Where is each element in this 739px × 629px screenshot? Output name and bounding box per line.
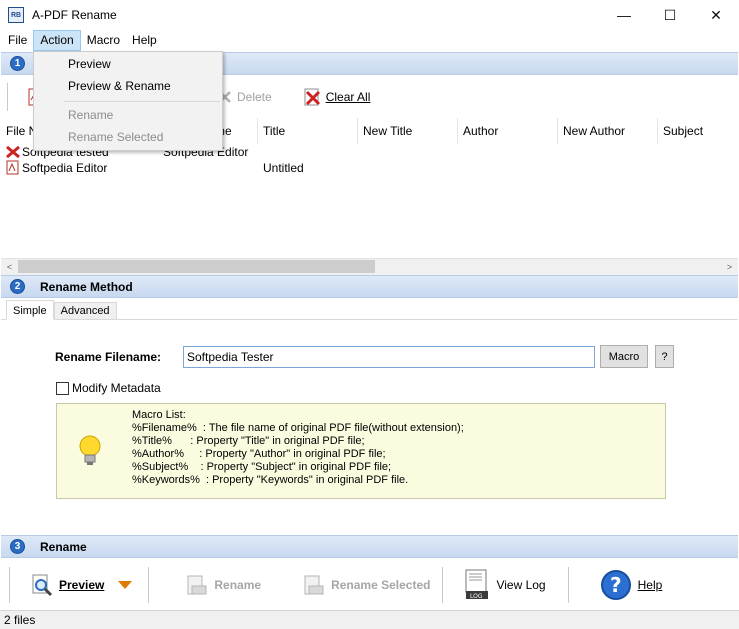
close-button[interactable]: ✕: [693, 0, 739, 30]
step-2-badge: 2: [10, 279, 25, 294]
section-2-header: 2 Rename Method: [1, 275, 738, 298]
menu-file[interactable]: File: [2, 30, 33, 51]
step-3-badge: 3: [10, 539, 25, 554]
action-menu-dropdown: Preview Preview & Rename Rename Rename S…: [33, 51, 223, 151]
status-bar: 2 files: [0, 610, 739, 629]
simple-panel: Rename Filename: Macro ? Modify Metadata…: [1, 320, 738, 535]
rename-method-tabs: Simple Advanced: [1, 300, 738, 320]
menu-separator: [64, 101, 220, 102]
app-icon: RB: [8, 7, 24, 23]
macro-list-text: Macro List: %Filename% : The file name o…: [132, 409, 464, 487]
preview-magnifier-icon: [32, 574, 53, 597]
maximize-button[interactable]: ☐: [647, 0, 693, 30]
help-question-icon: ?: [600, 570, 631, 600]
delete-label: Delete: [237, 90, 272, 104]
menu-item-preview[interactable]: Preview: [68, 57, 111, 71]
menu-item-rename[interactable]: Rename: [68, 108, 113, 122]
scrollbar-thumb[interactable]: [18, 260, 375, 273]
scroll-right-icon[interactable]: >: [721, 259, 738, 275]
rename-icon: [187, 575, 207, 595]
row-title: Untitled: [263, 161, 304, 175]
preview-label: Preview: [59, 578, 105, 592]
horizontal-scrollbar[interactable]: < >: [1, 258, 738, 275]
preview-dropdown-arrow-icon[interactable]: [118, 580, 133, 590]
column-title[interactable]: Title: [258, 118, 358, 144]
pdf-file-icon: [6, 160, 19, 175]
column-author[interactable]: Author: [458, 118, 558, 144]
macro-list-line: %Subject% : Property "Subject" in origin…: [132, 461, 392, 473]
menu-item-preview-rename[interactable]: Preview & Rename: [68, 79, 171, 93]
title-bar: RB A-PDF Rename — ☐ ✕: [0, 0, 739, 30]
rename-filename-input[interactable]: [183, 346, 595, 368]
macro-list-line: %Author% : Property "Author" in original…: [132, 448, 386, 460]
macro-list-line: %Title% : Property "Title" in original P…: [132, 435, 365, 447]
menu-item-rename-selected[interactable]: Rename Selected: [68, 130, 163, 144]
help-button[interactable]: ? Help: [600, 565, 663, 605]
rename-filename-label: Rename Filename:: [55, 350, 162, 364]
row-file-name: Softpedia Editor: [22, 161, 108, 175]
rename-selected-button[interactable]: Rename Selected: [303, 565, 430, 605]
clear-all-icon: [304, 88, 320, 106]
macro-list-box: Macro List: %Filename% : The file name o…: [56, 403, 666, 499]
window-title: A-PDF Rename: [32, 8, 117, 22]
rename-button[interactable]: Rename: [186, 565, 261, 605]
view-log-button[interactable]: LOG View Log: [464, 565, 546, 605]
tab-simple[interactable]: Simple: [6, 300, 54, 320]
toolbar-separator: [442, 567, 445, 603]
section-3-title: Rename: [40, 539, 87, 554]
section-3-header: 3 Rename: [1, 535, 738, 558]
help-question-button[interactable]: ?: [655, 345, 674, 368]
menu-macro[interactable]: Macro: [81, 30, 126, 51]
modify-metadata-row[interactable]: Modify Metadata: [56, 381, 161, 395]
step-1-badge: 1: [10, 56, 25, 71]
menu-bar: File Action Macro Help: [0, 30, 739, 51]
tab-advanced[interactable]: Advanced: [53, 302, 117, 320]
menu-action[interactable]: Action: [33, 30, 81, 51]
scroll-left-icon[interactable]: <: [1, 259, 18, 275]
rename-selected-icon: [304, 575, 324, 595]
minimize-button[interactable]: —: [601, 0, 647, 30]
rename-selected-label: Rename Selected: [331, 578, 431, 592]
macro-list-line: %Filename% : The file name of original P…: [132, 422, 464, 434]
clear-all-label: Clear All: [325, 90, 371, 104]
rename-label: Rename: [214, 578, 262, 592]
log-file-icon: LOG: [465, 569, 489, 600]
menu-help[interactable]: Help: [126, 30, 163, 51]
toolbar-separator: [148, 567, 151, 603]
svg-text:?: ?: [610, 573, 622, 597]
toolbar-separator: [9, 567, 11, 603]
column-subject[interactable]: Subject: [658, 118, 738, 144]
column-new-author[interactable]: New Author: [558, 118, 658, 144]
toolbar-separator: [567, 567, 570, 603]
toolbar-separator: [7, 83, 9, 111]
help-label: Help: [637, 578, 663, 592]
error-x-icon: [6, 145, 20, 159]
modify-metadata-checkbox[interactable]: [56, 381, 69, 395]
section-2-title: Rename Method: [40, 279, 133, 294]
column-new-title[interactable]: New Title: [358, 118, 458, 144]
macro-list-line: %Keywords% : Property "Keywords" in orig…: [132, 474, 409, 486]
svg-text:LOG: LOG: [470, 593, 483, 600]
clear-all-button[interactable]: Clear All: [298, 83, 375, 111]
lightbulb-icon: [79, 435, 101, 465]
rename-toolbar: Preview Rename Rename Selected LOG View …: [1, 560, 738, 610]
table-row[interactable]: Softpedia Editor Untitled: [1, 160, 738, 176]
preview-button[interactable]: Preview: [31, 565, 104, 605]
view-log-label: View Log: [496, 578, 546, 592]
macro-button[interactable]: Macro: [600, 345, 648, 368]
modify-metadata-label: Modify Metadata: [72, 381, 161, 395]
macro-list-line: Macro List:: [132, 409, 186, 421]
